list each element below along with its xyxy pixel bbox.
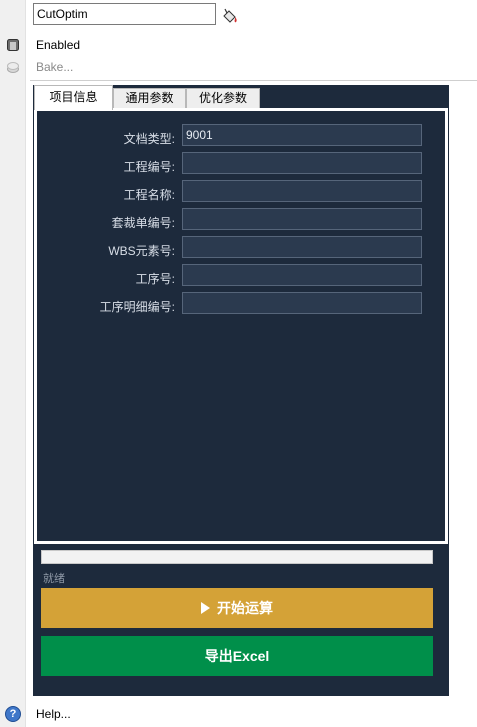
enabled-option[interactable]: Enabled [36,38,80,52]
component-name-input[interactable] [33,3,216,25]
bake-option[interactable]: Bake... [36,60,73,74]
project-info-form: 文档类型: 工程编号: 工程名称: 套裁单编号: WBS元素号: 工序号: 工序… [34,108,448,544]
play-icon [201,602,210,614]
doc-type-input[interactable] [182,124,422,146]
start-calculation-button[interactable]: 开始运算 [41,588,433,628]
progress-bar [41,550,433,564]
process-number-label: 工序号: [135,272,175,286]
wbs-element-label: WBS元素号: [108,244,175,258]
cut-optim-panel: 项目信息 通用参数 优化参数 文档类型: 工程编号: 工程名称: 套裁单编号: … [33,85,449,696]
help-link[interactable]: Help... [36,707,71,721]
tab-general-params[interactable]: 通用参数 [113,88,186,109]
enabled-icon[interactable] [6,38,20,52]
nesting-order-number-label: 套裁单编号: [111,216,175,230]
nesting-order-number-input[interactable] [182,208,422,230]
process-detail-number-label: 工序明细编号: [99,300,175,314]
doc-type-label: 文档类型: [123,132,175,146]
wbs-element-input[interactable] [182,236,422,258]
start-calculation-label: 开始运算 [217,600,273,616]
status-text: 就绪 [43,573,65,585]
process-detail-number-input[interactable] [182,292,422,314]
project-number-input[interactable] [182,152,422,174]
project-number-label: 工程编号: [123,160,175,174]
tab-optimization-params[interactable]: 优化参数 [186,88,260,109]
tab-project-info[interactable]: 项目信息 [34,85,113,110]
paint-bucket-icon[interactable] [221,7,239,25]
left-gutter [0,0,26,727]
export-excel-label: 导出Excel [204,648,270,664]
project-name-input[interactable] [182,180,422,202]
divider [30,80,477,81]
process-number-input[interactable] [182,264,422,286]
tab-bar: 项目信息 通用参数 优化参数 [33,85,449,110]
export-excel-button[interactable]: 导出Excel [41,636,433,676]
help-icon[interactable]: ? [5,706,21,722]
bake-icon [7,62,19,73]
project-name-label: 工程名称: [123,188,175,202]
